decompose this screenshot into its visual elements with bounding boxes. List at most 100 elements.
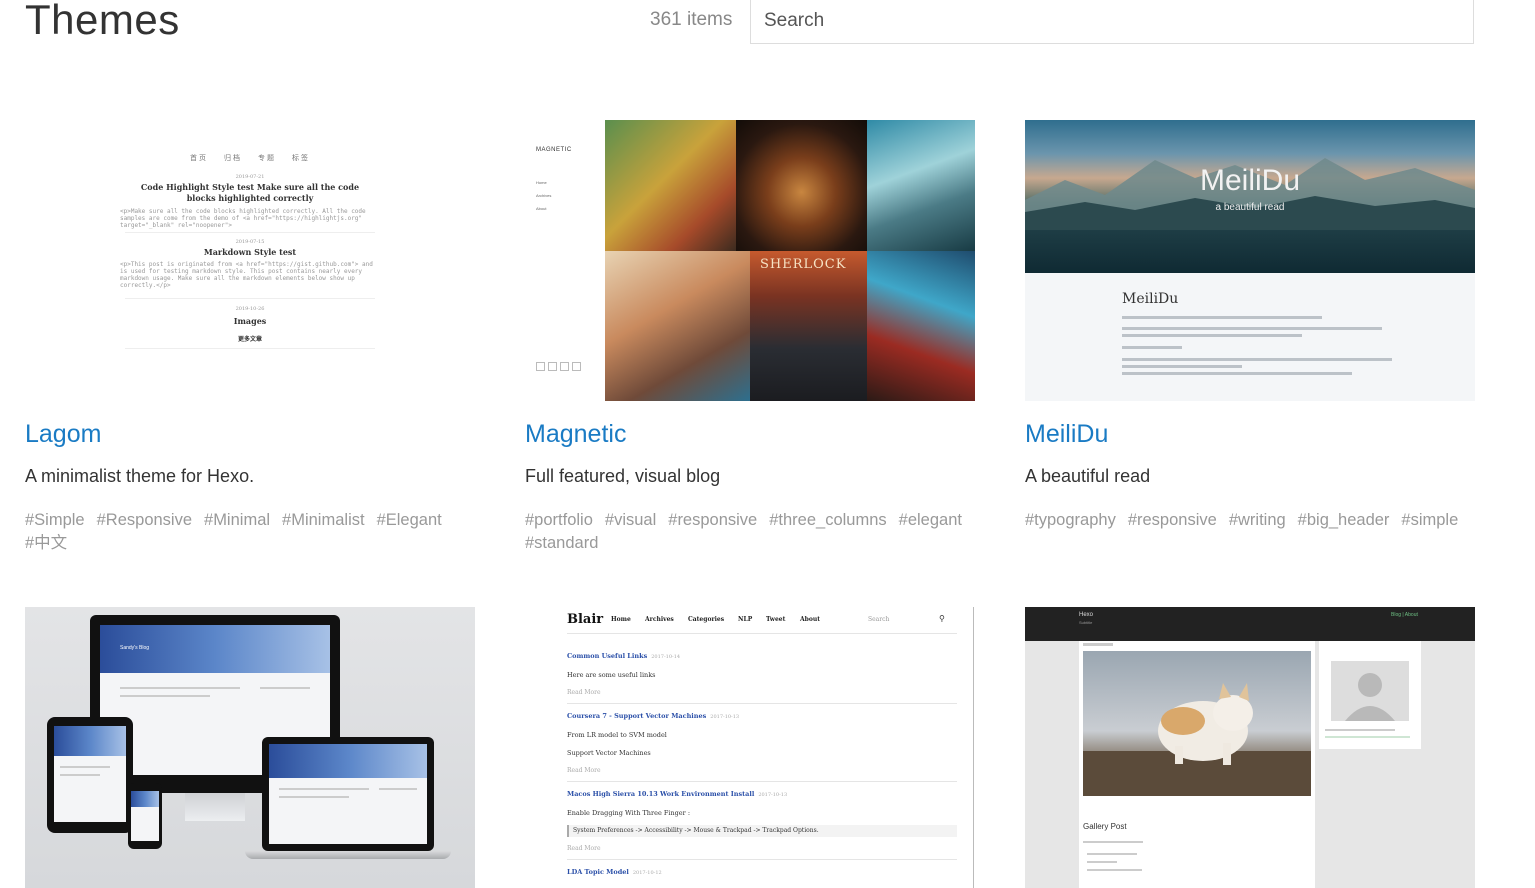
blair-post-line: Support Vector Machines <box>567 749 651 757</box>
theme-thumbnail-magnetic[interactable]: MAGNETIC Home Archives About SHERLOCK <box>525 120 975 401</box>
theme-card-meilidu: MeiliDu a beautiful read MeiliDu MeiliDu… <box>1025 120 1475 532</box>
theme-thumbnail-meilidu[interactable]: MeiliDu a beautiful read MeiliDu <box>1025 120 1475 401</box>
laptop-screen <box>269 744 427 844</box>
hexo-post: Gallery Post <box>1079 641 1315 888</box>
text-line <box>1122 358 1392 361</box>
cat-illustration <box>1083 683 1311 796</box>
tag-link[interactable]: #three_columns <box>769 509 886 531</box>
theme-description: Full featured, visual blog <box>525 466 721 486</box>
blair-search: Search <box>868 616 890 623</box>
theme-thumbnail-blair[interactable]: Blair Home Archives Categories NLP Tweet… <box>525 607 975 888</box>
tag-link[interactable]: #Minimalist <box>282 509 365 531</box>
lagom-post-excerpt: <p>This post is originated from <a href=… <box>120 261 373 289</box>
lagom-post-title: Markdown Style test <box>203 247 297 257</box>
tag-link[interactable]: #typography <box>1025 509 1116 531</box>
magnetic-nav-link: Home <box>536 180 547 185</box>
hexo-header: Hexo Subtitle Blog | About <box>1025 607 1475 641</box>
lagom-preview-nav: 首页 归档 专题 标签 <box>25 153 475 163</box>
text-line <box>1122 327 1382 330</box>
theme-thumbnail-devices[interactable]: Sandy's Blog <box>25 607 475 888</box>
tag-link[interactable]: #visual <box>605 509 656 531</box>
poster-text: SHERLOCK <box>760 257 847 272</box>
tablet-frame <box>47 717 133 833</box>
text-line <box>379 788 417 790</box>
post-date <box>1083 643 1113 646</box>
read-more: Read More <box>567 845 601 852</box>
social-icon <box>572 362 581 371</box>
tag-link[interactable]: #Responsive <box>97 509 192 531</box>
blair-post-line: Here are some useful links <box>567 671 656 679</box>
magnetic-nav-link: About <box>536 206 547 211</box>
tag-link[interactable]: #中文 <box>25 532 67 554</box>
artwork-image <box>605 120 736 251</box>
social-icons <box>536 358 584 376</box>
blair-code-block: System Preferences -> Accessibility -> M… <box>567 825 957 837</box>
blair-nav-item: Tweet <box>766 616 786 623</box>
blair-nav-item: About <box>800 616 820 623</box>
theme-description: A beautiful read <box>1025 466 1151 486</box>
search-input[interactable] <box>751 0 1473 43</box>
theme-thumbnail-hexo[interactable]: Hexo Subtitle Blog | About Gallery Post <box>1025 607 1475 888</box>
lagom-nav-item: 专题 <box>258 154 276 162</box>
magnetic-sidebar: MAGNETIC Home Archives About <box>525 120 605 401</box>
blog-title: Sandy's Blog <box>120 645 150 651</box>
tag-link[interactable]: #Simple <box>25 509 85 531</box>
text-line <box>1325 736 1410 738</box>
tag-link[interactable]: #Elegant <box>377 509 442 531</box>
divider <box>125 232 375 233</box>
magnetic-logo: MAGNETIC <box>536 147 572 153</box>
tag-link[interactable]: #responsive <box>1128 509 1217 531</box>
tag-link[interactable]: #responsive <box>668 509 757 531</box>
tag-link[interactable]: #simple <box>1401 509 1458 531</box>
lagom-post-date: 2019-07-21 <box>235 174 265 180</box>
divider <box>125 298 375 299</box>
magnetic-nav-link: Archives <box>536 193 552 198</box>
theme-title-link[interactable]: Lagom <box>25 419 475 449</box>
tag-link[interactable]: #big_header <box>1298 509 1390 531</box>
blair-nav-item: Archives <box>645 616 674 623</box>
laptop-frame <box>262 737 434 851</box>
tag-link[interactable]: #writing <box>1229 509 1286 531</box>
avatar <box>1331 661 1409 721</box>
post-title-text: LDA Topic Model <box>567 868 629 876</box>
text-line <box>1325 729 1395 731</box>
meilidu-body-title: MeiliDu <box>1122 291 1179 307</box>
meilidu-hero-title: MeiliDu <box>1199 164 1301 197</box>
hexo-nav-links: Blog | About <box>1391 612 1418 618</box>
read-more: Read More <box>567 767 601 774</box>
hexo-logo-text: Hexo <box>1079 612 1094 618</box>
lagom-post-date: 2019-10-26 <box>235 306 265 312</box>
artwork-image <box>867 251 975 401</box>
social-icon <box>560 362 569 371</box>
tag-link[interactable]: #standard <box>525 532 598 554</box>
post-title-text: Common Useful Links <box>567 652 648 660</box>
theme-title-link[interactable]: MeiliDu <box>1025 419 1475 449</box>
tag-link[interactable]: #Minimal <box>204 509 270 531</box>
post-date: 2017-10-13 <box>710 714 740 720</box>
artwork-image: SHERLOCK <box>750 251 867 401</box>
text-line <box>1122 334 1302 337</box>
blair-preview: Blair Home Archives Categories NLP Tweet… <box>525 607 974 888</box>
text-line <box>1087 853 1137 855</box>
lagom-nav-item: 标签 <box>292 154 310 162</box>
tag-link[interactable]: #elegant <box>899 509 962 531</box>
post-date: 2017-10-13 <box>758 792 788 798</box>
artwork-image <box>867 120 975 251</box>
lagom-post-title: Images <box>233 316 267 326</box>
item-count: 361 items <box>650 9 733 30</box>
theme-tags: #portfolio #visual #responsive #three_colum… <box>525 509 975 555</box>
text-line <box>1087 861 1117 863</box>
theme-thumbnail-lagom[interactable]: 首页 归档 专题 标签 2019-07-21 Code Highlight Style… <box>25 120 475 401</box>
lagom-nav-item: 首页 <box>190 154 208 162</box>
theme-description: A minimalist theme for Hexo. <box>25 466 255 486</box>
text-line <box>279 788 369 790</box>
text-line <box>120 687 240 689</box>
tag-link[interactable]: #portfolio <box>525 509 593 531</box>
theme-title-link[interactable]: Magnetic <box>525 419 975 449</box>
hexo-logo: Hexo Subtitle <box>1079 612 1093 627</box>
blair-nav-item: NLP <box>738 616 753 623</box>
theme-card-blair: Blair Home Archives Categories NLP Tweet… <box>525 607 975 888</box>
social-icon <box>548 362 557 371</box>
post-date: 2017-10-12 <box>632 870 662 876</box>
blair-post-line: From LR model to SVM model <box>567 731 667 739</box>
